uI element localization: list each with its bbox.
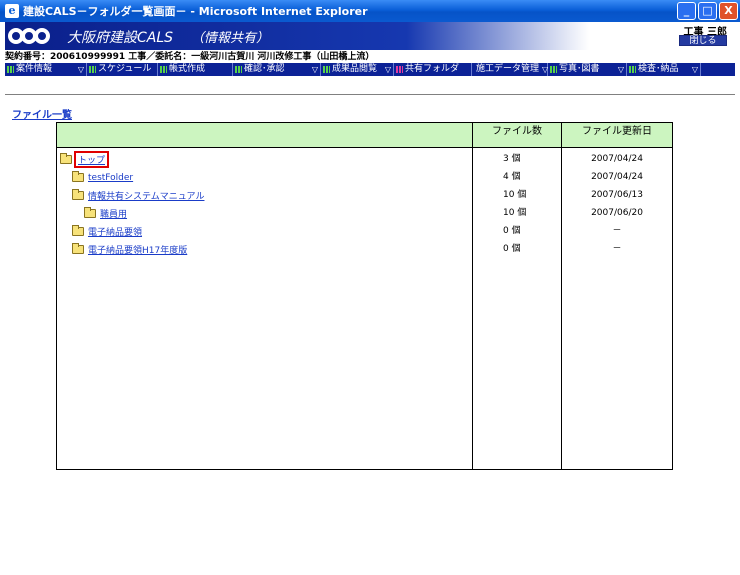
table-row: 電子納品要領 [72, 223, 142, 240]
dropdown-arrow-icon: ▽ [311, 65, 318, 74]
close-window-button[interactable]: 閉じる [679, 35, 727, 46]
menu-item-7[interactable]: 写真･図書 ▽ [548, 63, 627, 76]
file-count: 10 個 [503, 208, 527, 218]
dropdown-arrow-icon: ▽ [77, 65, 84, 74]
folder-link[interactable]: 電子納品要領H17年度版 [88, 243, 187, 256]
grid-icon [160, 66, 167, 73]
count-column: 3 個 4 個 10 個 10 個 0 個 0 個 [473, 148, 562, 469]
menu-item-0[interactable]: 案件情報 ▽ [5, 63, 87, 76]
file-count: 4 個 [503, 172, 521, 182]
folder-link[interactable]: testFolder [88, 173, 133, 183]
folder-link[interactable]: トップ [73, 151, 110, 168]
contract-info: 契約番号：200610999991 工事／委託名：一級河川古賀川 河川改修工事（… [5, 52, 375, 62]
menu-item-5[interactable]: 共有フォルダ [394, 63, 472, 76]
window-title: 建設CALS－フォルダ一覧画面－ - Microsoft Internet Ex… [23, 5, 368, 18]
file-count: 0 個 [503, 226, 521, 236]
menu-item-3[interactable]: 確認･承認 ▽ [233, 63, 321, 76]
maximize-button[interactable]: □ [698, 2, 717, 20]
folder-icon [72, 225, 84, 236]
folder-icon [72, 171, 84, 182]
menu-item-label: 帳式作成 [169, 64, 206, 74]
dropdown-arrow-icon: ▽ [384, 65, 391, 74]
folder-link[interactable]: 情報共有システムマニュアル [88, 189, 204, 202]
updated-date: － [612, 244, 622, 254]
menu-item-label: 検査･納品 [638, 64, 679, 74]
osaka-logo-icon [7, 24, 53, 48]
header-name [57, 123, 473, 147]
updated-date: 2007/06/20 [591, 208, 643, 218]
menu-item-4[interactable]: 成果品閲覧 ▽ [321, 63, 394, 76]
menu-item-2[interactable]: 帳式作成 [158, 63, 233, 76]
updated-date: 2007/04/24 [591, 172, 643, 182]
file-list-link[interactable]: ファイル一覧 [12, 106, 72, 121]
table-row: testFolder [72, 169, 133, 186]
file-count: 3 個 [503, 154, 521, 164]
menu-item-1[interactable]: スケジュール [87, 63, 158, 76]
header-updated-date: ファイル更新日 [562, 123, 672, 147]
menu-item-label: 写真･図書 [559, 64, 600, 74]
table-body: トップ testFolder 情報共有システムマニュアル職員用電子納品要領電子納品要… [57, 148, 672, 469]
updated-date: － [612, 226, 622, 236]
grid-icon [89, 66, 96, 73]
table-header: ファイル数 ファイル更新日 [57, 123, 672, 148]
header-file-count: ファイル数 [473, 123, 562, 147]
folder-table: ファイル数 ファイル更新日 トップ testFolder 情報共有システムマニュアル… [56, 122, 673, 470]
divider [5, 94, 735, 95]
grid-icon [235, 66, 242, 73]
date-column: 2007/04/24 2007/04/24 2007/06/13 2007/06/20… [562, 148, 672, 469]
app-header: 大阪府建設CALS （情報共有） 工事 三郎 閉じる [5, 22, 735, 50]
grid-icon [629, 66, 636, 73]
menu-item-label: 確認･承認 [244, 64, 285, 74]
app-title-main: 大阪府建設CALS [67, 30, 174, 46]
app-title-sub: （情報共有） [191, 31, 270, 46]
updated-date: 2007/06/13 [591, 190, 643, 200]
window-controls: _ □ X [677, 2, 738, 20]
menu-item-8[interactable]: 検査･納品 ▽ [627, 63, 701, 76]
folder-icon [60, 153, 72, 164]
app-title: 大阪府建設CALS （情報共有） [67, 27, 269, 47]
file-count: 10 個 [503, 190, 527, 200]
menu-item-label: 案件情報 [16, 64, 53, 74]
grid-icon [396, 66, 403, 73]
table-row: 情報共有システムマニュアル [72, 187, 204, 204]
grid-icon [323, 66, 330, 73]
close-button[interactable]: X [719, 2, 738, 20]
folder-icon [72, 189, 84, 200]
dropdown-arrow-icon: ▽ [691, 65, 698, 74]
main-menu: 案件情報 ▽ スケジュール 帳式作成 確認･承認 ▽ 成果品閲覧 ▽ 共有フォルダ 施工データ管理… [5, 63, 735, 76]
folder-icon [72, 243, 84, 254]
minimize-button[interactable]: _ [677, 2, 696, 20]
dropdown-arrow-icon: ▽ [617, 65, 624, 74]
table-row: トップ [60, 151, 110, 168]
table-row: 電子納品要領H17年度版 [72, 241, 187, 258]
updated-date: 2007/04/24 [591, 154, 643, 164]
menu-item-label: 成果品閲覧 [332, 64, 378, 74]
window-titlebar: e 建設CALS－フォルダ一覧画面－ - Microsoft Internet … [0, 0, 740, 22]
menu-item-6[interactable]: 施工データ管理 ▽ [472, 63, 548, 76]
table-row: 職員用 [84, 205, 127, 222]
menu-item-label: スケジュール [98, 64, 152, 74]
file-count: 0 個 [503, 244, 521, 254]
ie-icon: e [5, 4, 19, 18]
folder-icon [84, 207, 96, 218]
folder-link[interactable]: 電子納品要領 [88, 225, 142, 238]
menu-item-label: 共有フォルダ [405, 64, 460, 74]
grid-icon [7, 66, 14, 73]
grid-icon [550, 66, 557, 73]
folder-link[interactable]: 職員用 [100, 207, 127, 220]
name-column: トップ testFolder 情報共有システムマニュアル職員用電子納品要領電子納品要… [57, 148, 473, 469]
menu-item-label: 施工データ管理 [476, 64, 540, 74]
